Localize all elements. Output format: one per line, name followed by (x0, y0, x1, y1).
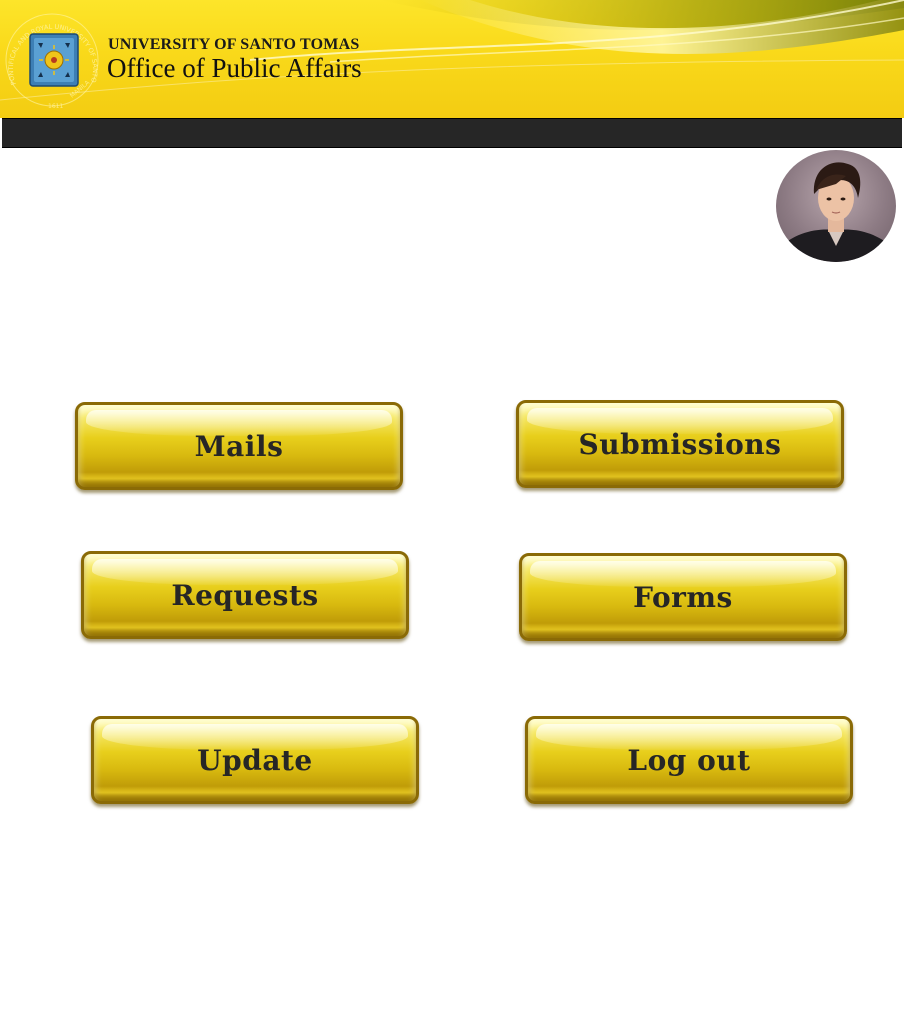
submissions-button-label: Submissions (578, 427, 782, 461)
header-banner: PONTIFICAL AND ROYAL UNIVERSITY OF SANTO… (0, 0, 904, 118)
svg-text:1611: 1611 (48, 103, 63, 110)
update-button[interactable]: Update (91, 716, 419, 804)
nav-bar (2, 118, 902, 148)
update-button-label: Update (197, 743, 313, 777)
mails-button-label: Mails (194, 429, 284, 463)
submissions-button[interactable]: Submissions (516, 400, 844, 488)
forms-button[interactable]: Forms (519, 553, 847, 641)
logout-button[interactable]: Log out (525, 716, 853, 804)
office-name: Office of Public Affairs (107, 53, 362, 83)
ust-crest-icon (29, 33, 79, 87)
requests-button[interactable]: Requests (81, 551, 409, 639)
user-avatar-icon (776, 162, 896, 262)
logout-button-label: Log out (627, 743, 751, 777)
forms-button-label: Forms (633, 580, 733, 614)
requests-button-label: Requests (171, 578, 319, 612)
university-name: UNIVERSITY OF SANTO TOMAS (108, 36, 360, 53)
mails-button[interactable]: Mails (75, 402, 403, 490)
user-avatar[interactable] (776, 150, 896, 262)
